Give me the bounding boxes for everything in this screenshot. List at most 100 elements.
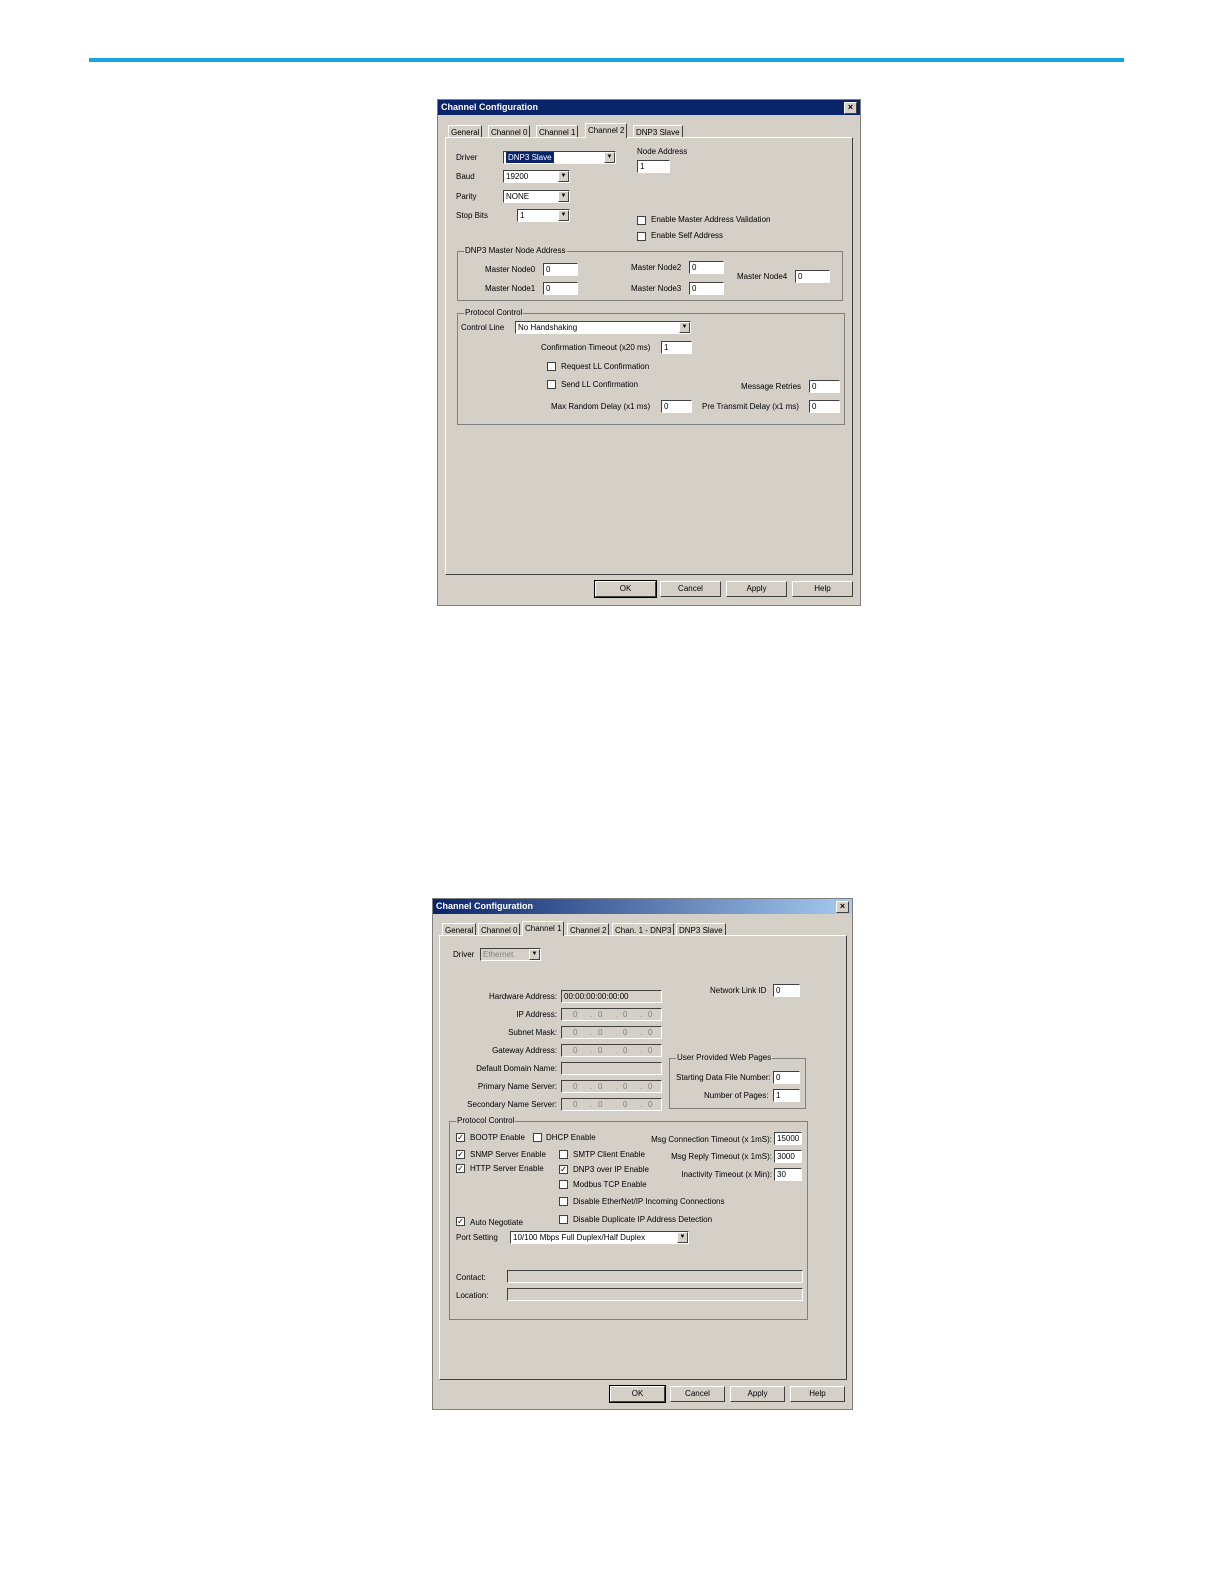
master-node4-input[interactable]: 0: [795, 270, 830, 283]
stop-bits-label: Stop Bits: [456, 211, 489, 220]
chevron-down-icon[interactable]: ▼: [604, 152, 615, 163]
tab-channel-2[interactable]: Channel 2: [585, 123, 628, 138]
starting-file-input[interactable]: 0: [773, 1071, 800, 1084]
max-random-delay-input[interactable]: 0: [661, 400, 692, 413]
tab-label: DNP3 Slave: [679, 926, 723, 935]
node-address-input[interactable]: 1: [637, 160, 670, 173]
smtp-checkbox[interactable]: [559, 1150, 568, 1159]
tab-panel: Driver Ethernet ▼ Hardware Address: 00:0…: [439, 935, 847, 1380]
msg-conn-timeout-input[interactable]: 15000: [774, 1132, 802, 1145]
gateway-address-input[interactable]: 0. 0. 0. 0: [561, 1044, 662, 1057]
chevron-down-icon[interactable]: ▼: [529, 949, 540, 960]
request-ll-confirmation-checkbox[interactable]: [547, 362, 556, 371]
master-node3-input[interactable]: 0: [689, 282, 724, 295]
hardware-address-field: 00:00:00:00:00:00: [561, 990, 662, 1003]
default-domain-label: Default Domain Name:: [476, 1064, 557, 1073]
dot: .: [590, 1082, 593, 1091]
http-checkbox[interactable]: ✓: [456, 1164, 465, 1173]
enable-master-validation-checkbox[interactable]: [637, 216, 646, 225]
tab-channel-1[interactable]: Channel 1: [522, 921, 565, 936]
port-setting-select[interactable]: 10/100 Mbps Full Duplex/Half Duplex ▼: [510, 1231, 689, 1244]
baud-select[interactable]: 19200 ▼: [503, 170, 570, 183]
cancel-button[interactable]: Cancel: [670, 1386, 725, 1402]
secondary-name-server-input[interactable]: 0. 0. 0. 0: [561, 1098, 662, 1111]
chevron-down-icon[interactable]: ▼: [677, 1232, 688, 1243]
help-button[interactable]: Help: [790, 1386, 845, 1402]
tab-label: DNP3 Slave: [636, 128, 680, 137]
pre-transmit-delay-input[interactable]: 0: [809, 400, 840, 413]
driver-select[interactable]: DNP3 Slave ▼: [503, 151, 616, 164]
enable-self-address-checkbox[interactable]: [637, 232, 646, 241]
dot: .: [640, 1082, 643, 1091]
chevron-down-icon[interactable]: ▼: [558, 210, 569, 221]
disable-ethernetip-checkbox[interactable]: [559, 1197, 568, 1206]
secondary-name-server-label: Secondary Name Server:: [467, 1100, 557, 1109]
chevron-down-icon[interactable]: ▼: [558, 191, 569, 202]
header-rule: [89, 58, 1124, 62]
tab-label: Channel 0: [491, 128, 528, 137]
dnp3-ip-checkbox[interactable]: ✓: [559, 1165, 568, 1174]
master-node1-label: Master Node1: [485, 284, 536, 293]
dnp3-ip-label: DNP3 over IP Enable: [573, 1165, 649, 1174]
number-pages-input[interactable]: 1: [773, 1089, 800, 1102]
subnet-mask-input[interactable]: 0. 0. 0. 0: [561, 1026, 662, 1039]
dot: .: [590, 1046, 593, 1055]
dhcp-checkbox[interactable]: [533, 1133, 542, 1142]
master-node0-input[interactable]: 0: [543, 263, 578, 276]
dot: .: [590, 1028, 593, 1037]
chevron-down-icon[interactable]: ▼: [679, 322, 690, 333]
cancel-button[interactable]: Cancel: [660, 581, 721, 597]
apply-button[interactable]: Apply: [730, 1386, 785, 1402]
octet: 0: [623, 1100, 628, 1109]
msg-conn-timeout-label: Msg Connection Timeout (x 1mS):: [651, 1135, 772, 1144]
network-link-id-input[interactable]: 0: [773, 984, 800, 997]
octet: 0: [623, 1028, 628, 1037]
help-button[interactable]: Help: [792, 581, 853, 597]
primary-name-server-input[interactable]: 0. 0. 0. 0: [561, 1080, 662, 1093]
parity-select[interactable]: NONE ▼: [503, 190, 570, 203]
enable-self-address-label: Enable Self Address: [651, 231, 724, 240]
ip-address-input[interactable]: 0. 0. 0. 0: [561, 1008, 662, 1021]
default-domain-input[interactable]: [561, 1062, 662, 1075]
confirmation-timeout-input[interactable]: 1: [661, 341, 692, 354]
location-input[interactable]: [507, 1288, 803, 1301]
send-ll-confirmation-checkbox[interactable]: [547, 380, 556, 389]
send-ll-confirmation-label: Send LL Confirmation: [561, 380, 639, 389]
auto-negotiate-checkbox[interactable]: ✓: [456, 1217, 465, 1226]
ip-address-label: IP Address:: [516, 1010, 557, 1019]
close-icon[interactable]: ×: [844, 102, 857, 114]
message-retries-input[interactable]: 0: [809, 380, 840, 393]
baud-label: Baud: [456, 172, 475, 181]
chevron-down-icon[interactable]: ▼: [558, 171, 569, 182]
control-line-select[interactable]: No Handshaking ▼: [515, 321, 691, 334]
check-icon: ✓: [560, 1165, 567, 1174]
octet: 0: [648, 1100, 653, 1109]
close-icon[interactable]: ×: [836, 901, 849, 913]
tab-label: Channel 0: [481, 926, 518, 935]
modbus-tcp-checkbox[interactable]: [559, 1180, 568, 1189]
inactivity-timeout-input[interactable]: 30: [774, 1168, 802, 1181]
octet: 0: [598, 1028, 603, 1037]
group-title: DNP3 Master Node Address: [464, 246, 567, 256]
max-random-delay-label: Max Random Delay (x1 ms): [551, 402, 651, 411]
bootp-checkbox[interactable]: ✓: [456, 1133, 465, 1142]
octet: 0: [573, 1082, 578, 1091]
inactivity-timeout-label: Inactivity Timeout (x Min):: [681, 1170, 772, 1179]
dhcp-label: DHCP Enable: [546, 1133, 596, 1142]
ok-button[interactable]: OK: [609, 1385, 666, 1403]
check-icon: ✓: [457, 1150, 464, 1159]
msg-reply-timeout-input[interactable]: 3000: [774, 1150, 802, 1163]
apply-button[interactable]: Apply: [726, 581, 787, 597]
stop-bits-select[interactable]: 1 ▼: [517, 209, 570, 222]
contact-input[interactable]: [507, 1270, 803, 1283]
ok-button[interactable]: OK: [594, 580, 657, 598]
master-node1-input[interactable]: 0: [543, 282, 578, 295]
channel-config-dialog-channel2: Channel Configuration × General Channel …: [437, 99, 861, 606]
snmp-checkbox[interactable]: ✓: [456, 1150, 465, 1159]
master-node2-input[interactable]: 0: [689, 261, 724, 274]
disable-dup-ip-checkbox[interactable]: [559, 1215, 568, 1224]
octet: 0: [648, 1082, 653, 1091]
driver-select[interactable]: Ethernet ▼: [480, 948, 541, 961]
stop-bits-value: 1: [520, 211, 525, 220]
check-icon: ✓: [457, 1217, 464, 1226]
